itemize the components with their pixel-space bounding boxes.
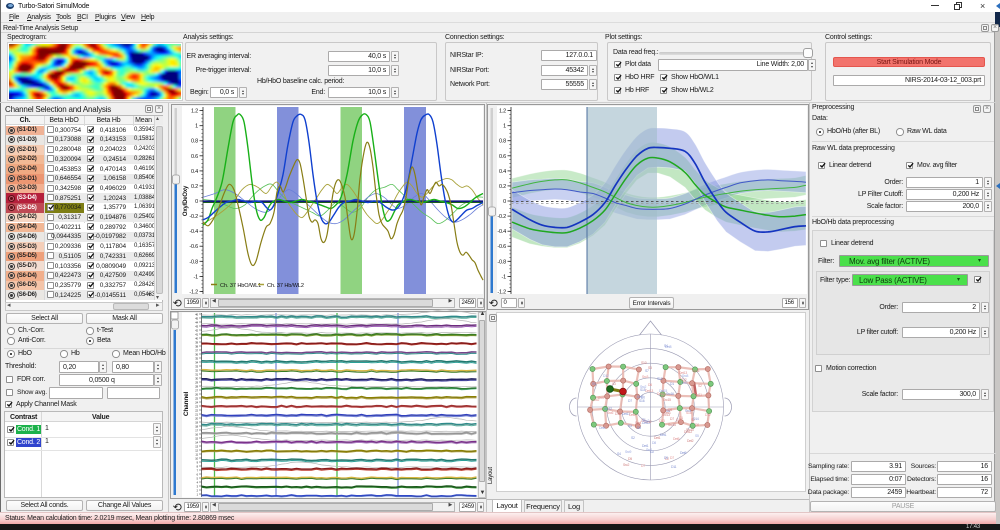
svg-text:D8: D8 — [695, 423, 699, 427]
svg-text:S10: S10 — [641, 361, 647, 365]
svg-text:D6: D6 — [648, 383, 652, 387]
svg-text:D12: D12 — [705, 413, 711, 417]
svg-text:D15: D15 — [676, 418, 682, 422]
svg-text:D2: D2 — [650, 450, 654, 454]
svg-text:Src11: Src11 — [692, 369, 700, 373]
svg-text:D13: D13 — [659, 419, 665, 423]
svg-text:D11: D11 — [671, 465, 677, 469]
svg-text:Det6: Det6 — [673, 437, 680, 441]
svg-text:Src3: Src3 — [642, 375, 648, 379]
svg-text:Det13: Det13 — [645, 389, 653, 393]
svg-text:Src12: Src12 — [604, 407, 612, 411]
svg-text:Src4: Src4 — [635, 421, 641, 425]
svg-text:S3: S3 — [648, 366, 652, 370]
svg-text:D12: D12 — [603, 374, 609, 378]
svg-text:Det12: Det12 — [642, 421, 650, 425]
svg-text:D14: D14 — [693, 417, 699, 421]
svg-text:Src2: Src2 — [623, 463, 629, 467]
svg-text:Det6: Det6 — [680, 451, 687, 455]
svg-text:D9: D9 — [664, 456, 668, 460]
svg-text:Det12: Det12 — [684, 430, 692, 434]
svg-text:Det11: Det11 — [694, 393, 702, 397]
svg-text:S15: S15 — [640, 388, 646, 392]
svg-text:D5: D5 — [628, 457, 632, 461]
svg-text:D7: D7 — [670, 417, 674, 421]
svg-text:S10: S10 — [657, 377, 663, 381]
svg-text:Det2: Det2 — [687, 439, 694, 443]
svg-text:D1: D1 — [670, 382, 674, 386]
svg-text:S5: S5 — [695, 434, 699, 438]
svg-text:Layout: Layout — [488, 467, 494, 484]
svg-text:S3: S3 — [612, 382, 616, 386]
svg-text:S4: S4 — [617, 452, 621, 456]
svg-text:S4: S4 — [664, 344, 668, 348]
svg-text:Det10: Det10 — [657, 392, 665, 396]
svg-text:S12: S12 — [681, 378, 687, 382]
svg-text:S16: S16 — [686, 411, 692, 415]
svg-text:S4: S4 — [666, 409, 670, 413]
svg-text:D8: D8 — [652, 441, 656, 445]
svg-text:Src16: Src16 — [666, 392, 674, 396]
svg-text:S3: S3 — [628, 424, 632, 428]
svg-text:D7: D7 — [628, 399, 632, 403]
svg-text:S2: S2 — [631, 436, 635, 440]
svg-text:S2: S2 — [698, 384, 702, 388]
svg-text:D7: D7 — [670, 456, 674, 460]
svg-text:Det6: Det6 — [629, 413, 636, 417]
svg-text:Det1: Det1 — [660, 433, 667, 437]
svg-text:Src2: Src2 — [593, 398, 599, 402]
svg-text:D7: D7 — [641, 464, 645, 468]
svg-text:D16: D16 — [615, 412, 621, 416]
svg-text:S16: S16 — [639, 399, 645, 403]
svg-text:S9: S9 — [592, 382, 596, 386]
svg-text:Det1: Det1 — [642, 444, 649, 448]
svg-text:Src9: Src9 — [625, 450, 631, 454]
svg-text:Src15: Src15 — [668, 423, 676, 427]
svg-text:D8: D8 — [637, 426, 641, 430]
svg-text:Src6: Src6 — [607, 411, 613, 415]
svg-text:Src15: Src15 — [663, 398, 671, 402]
svg-text:Det4: Det4 — [599, 426, 606, 430]
